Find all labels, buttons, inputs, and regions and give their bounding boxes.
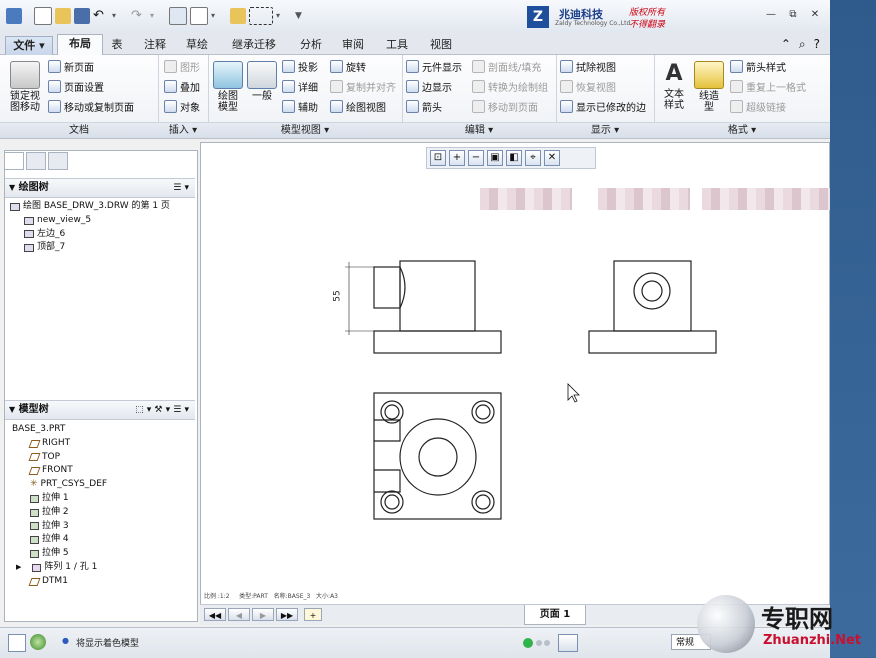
next-page-icon[interactable]: ▶ [252, 608, 274, 621]
message-bullet-icon: ● [62, 636, 69, 645]
app-window: ↶ ▾ ↷ ▾ ▾ ▾ ▼ Z 兆迪科技 Zaldy Technology Co… [0, 0, 844, 658]
dimension-55[interactable]: 55 [333, 290, 343, 301]
new-page-tab-icon[interactable]: + [304, 608, 322, 621]
drawing-status-line: 比例 :1:2 类型:PART 名称:BASE_3 大小:A3 [204, 593, 338, 600]
find-icon[interactable] [558, 634, 578, 652]
top-view[interactable] [373, 392, 502, 520]
status-dot-icon [544, 640, 550, 646]
prev-page-icon[interactable]: ◀ [228, 608, 250, 621]
last-page-icon[interactable]: ▶▶ [276, 608, 298, 621]
front-view[interactable] [345, 260, 502, 354]
mouse-cursor-icon [567, 383, 580, 403]
watermark-en: Zhuanzhi.Net [763, 633, 862, 648]
regen-status-icon [523, 638, 533, 648]
first-page-icon[interactable]: ◀◀ [204, 608, 226, 621]
left-view[interactable] [588, 260, 717, 354]
zhuanzhi-watermark: 专职网 Zhuanzhi.Net [697, 595, 876, 657]
status-dot-icon [536, 640, 542, 646]
drawing-views [345, 260, 717, 520]
watermark-cn: 专职网 [761, 604, 833, 633]
soccer-ball-logo-icon [697, 595, 755, 653]
navigator-toggle-icon[interactable] [8, 634, 26, 652]
desktop-background [830, 0, 876, 657]
status-message: 将显示着色模型 [76, 639, 140, 649]
page-tab-1[interactable]: 页面 1 [524, 605, 586, 625]
browser-toggle-icon[interactable] [30, 634, 46, 650]
